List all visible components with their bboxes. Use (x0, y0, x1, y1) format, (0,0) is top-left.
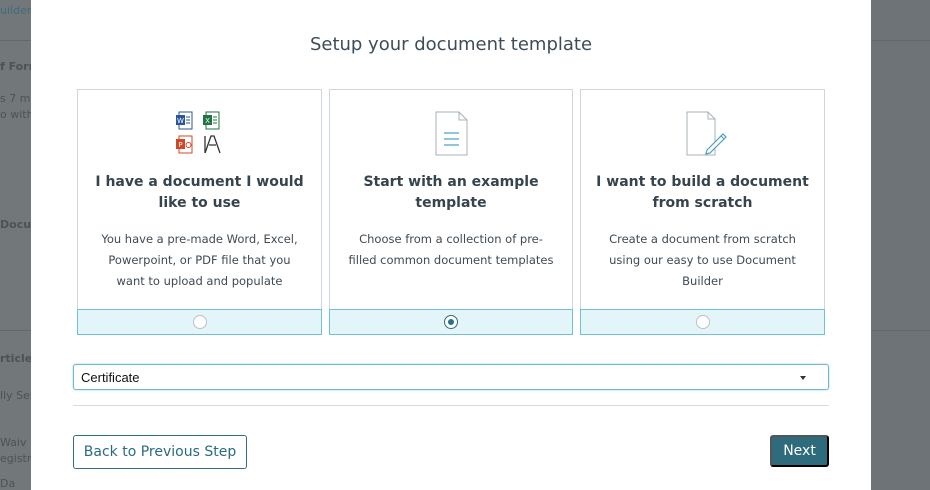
backdrop-fragment: Da (0, 477, 16, 490)
modal-title: Setup your document template (309, 34, 593, 55)
svg-text:X: X (205, 117, 210, 125)
template-select[interactable]: Certificate (73, 364, 829, 390)
backdrop-divider (871, 40, 930, 41)
backdrop-divider (0, 40, 31, 41)
chevron-down-icon (800, 376, 806, 380)
template-options: W X P I have a document I would like to … (77, 89, 826, 335)
backdrop-fragment: s 7 m (0, 92, 31, 105)
document-template-icon (330, 109, 572, 161)
template-select-value: Certificate (81, 369, 140, 385)
option-description: Create a document from scratch using our… (609, 232, 796, 288)
backdrop-right-panel (871, 0, 930, 490)
option-description: You have a pre-made Word, Excel, Powerpo… (101, 232, 298, 288)
svg-text:P: P (178, 141, 182, 149)
setup-template-modal: Setup your document template W X P I hav… (31, 0, 871, 490)
backdrop-fragment: f Form (0, 60, 31, 73)
option-radio-example-template[interactable] (444, 315, 458, 329)
backdrop-fragment: Waiv (0, 436, 27, 449)
backdrop-fragment: Docu (0, 218, 31, 231)
option-radio-bar[interactable] (329, 309, 573, 335)
backdrop-fragment: o with (0, 108, 31, 121)
option-description: Choose from a collection of pre-filled c… (348, 232, 554, 267)
option-radio-bar[interactable] (580, 309, 825, 335)
backdrop-divider (871, 330, 930, 331)
document-edit-icon (581, 109, 824, 161)
backdrop-fragment: lly Set (0, 389, 31, 402)
backdrop-fragment: rticles (0, 352, 31, 365)
backdrop-left-panel: uilder f Form s 7 m o with Docu rticles … (0, 0, 31, 490)
svg-text:W: W (177, 117, 184, 125)
backdrop-divider (0, 330, 31, 331)
option-card-example-template[interactable]: Start with an example template Choose fr… (329, 89, 573, 335)
option-radio-upload-document[interactable] (192, 315, 207, 329)
option-title: I want to build a document from scratch (596, 174, 809, 211)
backdrop-fragment: uilder (0, 4, 31, 17)
option-title: I have a document I would like to use (95, 174, 304, 211)
option-card-build-from-scratch[interactable]: I want to build a document from scratch … (580, 89, 825, 335)
office-files-icon: W X P (78, 109, 321, 161)
option-card-upload-document[interactable]: W X P I have a document I would like to … (77, 89, 322, 335)
back-to-previous-step-button[interactable]: Back to Previous Step (73, 435, 247, 469)
option-radio-bar[interactable] (77, 309, 322, 335)
backdrop-fragment: egistr (0, 452, 31, 465)
option-radio-build-from-scratch[interactable] (695, 315, 710, 329)
option-title: Start with an example template (363, 174, 539, 211)
next-button[interactable]: Next (770, 435, 829, 467)
footer-divider (73, 405, 829, 406)
